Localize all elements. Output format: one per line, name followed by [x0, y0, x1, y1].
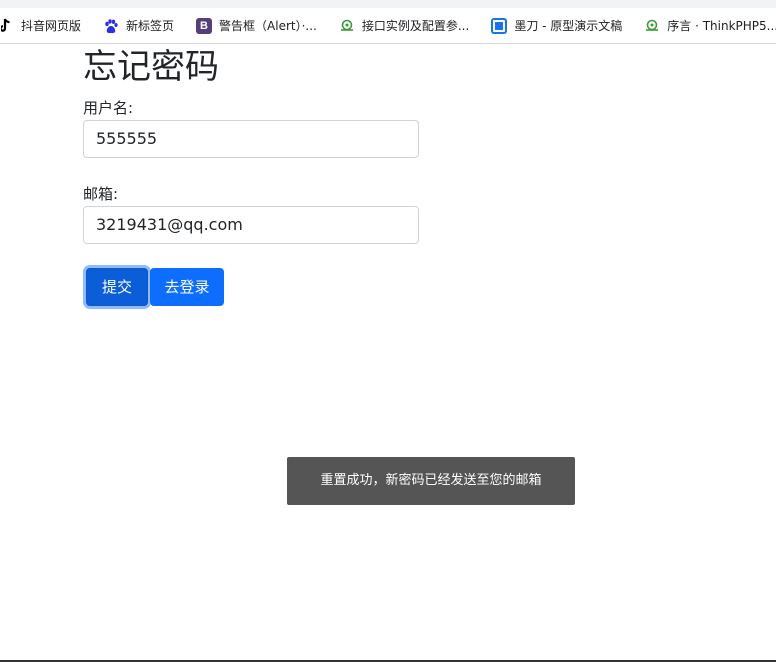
email-label: 邮箱:: [83, 185, 119, 203]
baidu-paw-icon: [103, 18, 119, 34]
bookmark-api[interactable]: 接口实例及配置参...: [339, 12, 477, 40]
bookmark-label: 抖音网页版: [21, 19, 82, 33]
bookmark-alert[interactable]: B 警告框（Alert）·...: [196, 12, 325, 40]
bookmark-label: 新标签页: [126, 19, 175, 33]
bookmark-new-tab[interactable]: 新标签页: [103, 12, 182, 40]
browser-tab-strip: [0, 0, 776, 8]
bookmark-label: 接口实例及配置参...: [361, 19, 470, 33]
bookmark-tiktok[interactable]: 抖音网页版: [0, 12, 89, 40]
bookmark-label: 序言 · ThinkPHP5....: [667, 19, 776, 33]
tiktok-icon: [0, 18, 14, 34]
username-input[interactable]: 555555: [83, 120, 419, 158]
bookmark-label: 墨刀 - 原型演示文稿: [514, 19, 623, 33]
bootstrap-icon: B: [196, 17, 213, 34]
email-input[interactable]: 3219431@qq.com: [83, 206, 419, 244]
bookmark-label: 警告框（Alert）·...: [219, 19, 317, 33]
bookmark-modao[interactable]: 墨刀 - 原型演示文稿: [491, 12, 630, 40]
submit-button[interactable]: 提交: [86, 268, 148, 306]
bookmarks-bar: 抖音网页版 新标签页 B 警告框（Alert）·... 接口实例及配置参...: [0, 8, 776, 44]
page-title: 忘记密码: [83, 47, 219, 87]
cloud-icon: [339, 18, 355, 34]
modao-icon: [491, 17, 508, 34]
go-login-button[interactable]: 去登录: [150, 268, 224, 306]
bookmark-thinkphp[interactable]: 序言 · ThinkPHP5....: [644, 12, 776, 40]
toast-message: 重置成功，新密码已经发送至您的邮箱: [287, 457, 575, 505]
username-label: 用户名:: [83, 99, 134, 117]
cloud-icon: [644, 18, 660, 34]
